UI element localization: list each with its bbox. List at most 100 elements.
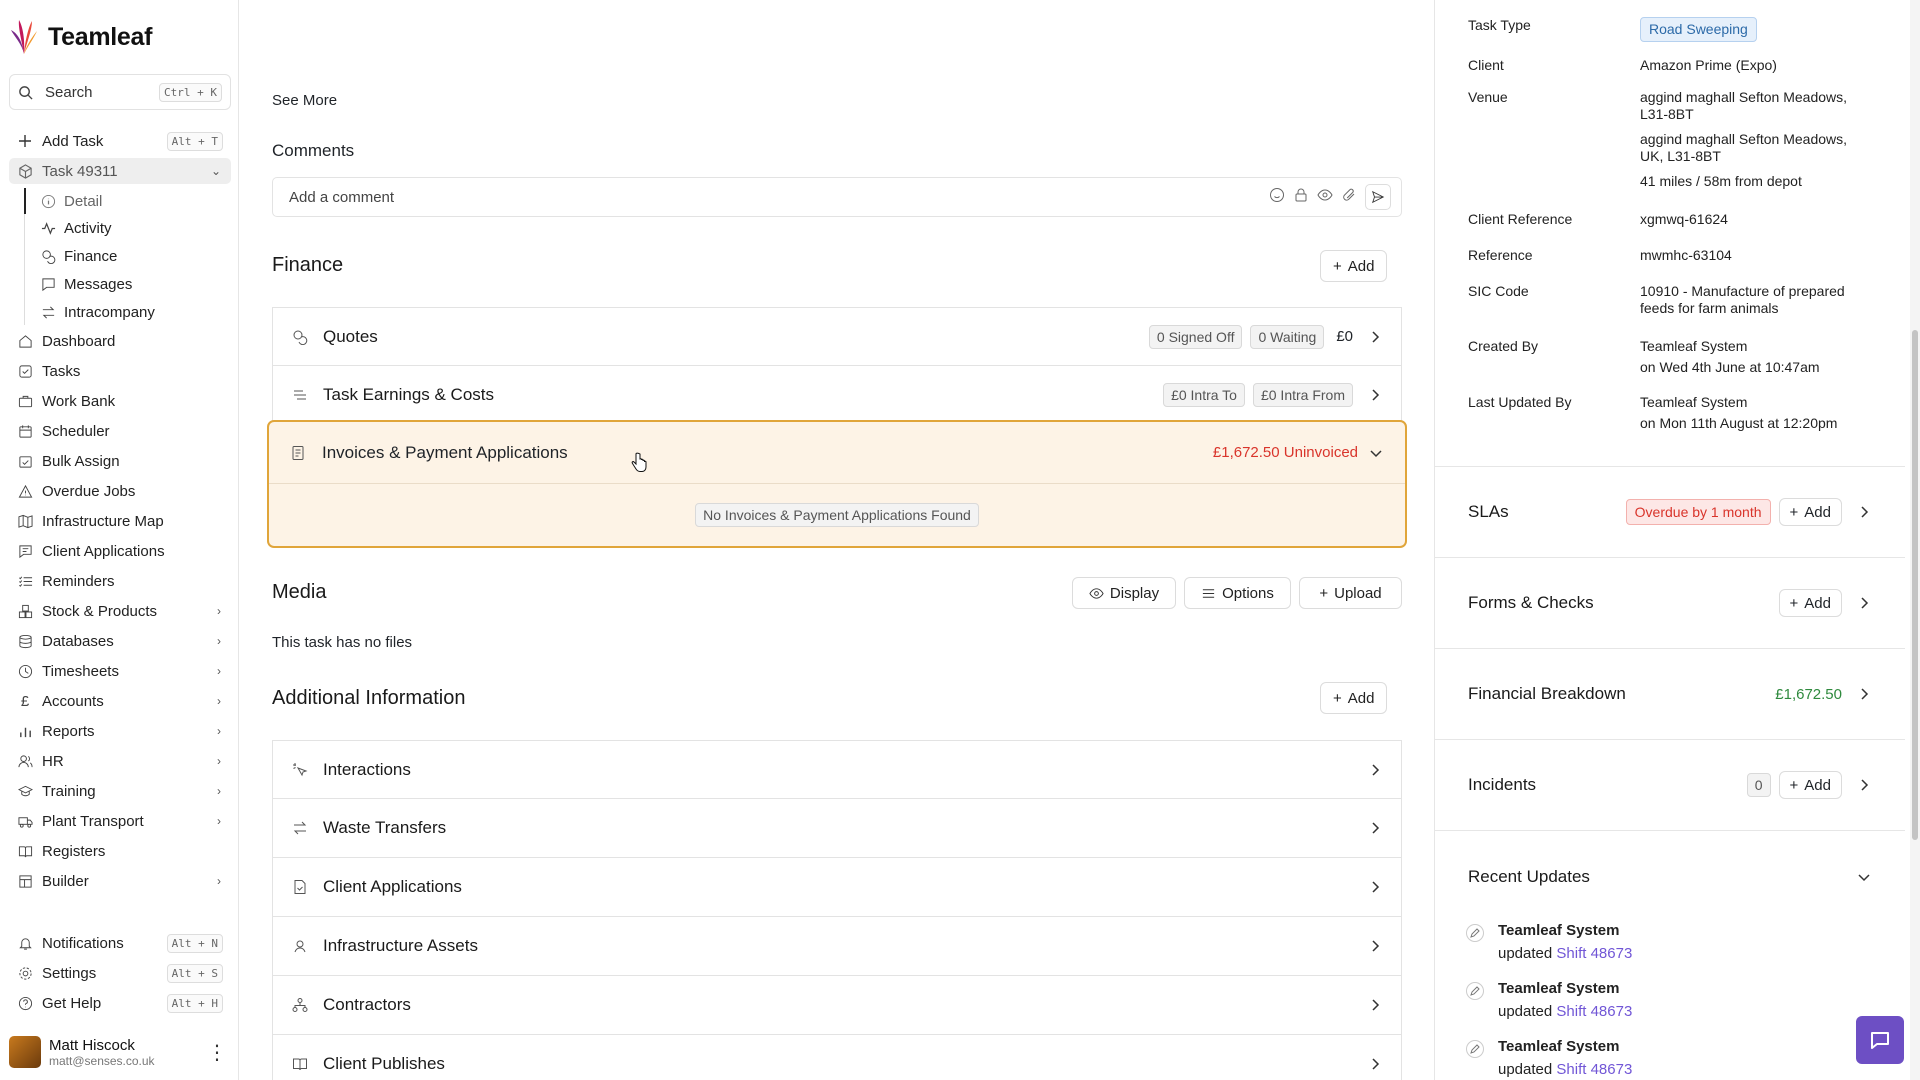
hand-cursor-icon — [631, 452, 647, 472]
sidebar-subitem-finance[interactable]: Finance — [40, 243, 230, 269]
update-action: updated — [1498, 1061, 1553, 1078]
sidebar-item-accounts[interactable]: £ Accounts › — [9, 688, 231, 714]
options-button[interactable]: Options — [1184, 577, 1291, 609]
sidebar-item-tasks[interactable]: Tasks — [9, 358, 231, 384]
list-check-icon — [17, 573, 33, 589]
sidebar-item-task[interactable]: Task 49311 ⌄ — [9, 158, 231, 184]
earnings-row[interactable]: Task Earnings & Costs £0 Intra To £0 Int… — [272, 366, 1402, 425]
sidebar-subitem-activity[interactable]: Activity — [40, 215, 230, 241]
sidebar-item-label: HR — [42, 752, 64, 770]
calendar-check-icon — [17, 453, 33, 469]
comment-input[interactable]: Add a comment — [272, 177, 1402, 217]
sidebar-item-reports[interactable]: Reports › — [9, 718, 231, 744]
sidebar-item-registers[interactable]: Registers — [9, 838, 231, 864]
client-value[interactable]: Amazon Prime (Expo) — [1640, 57, 1898, 74]
help-circle-icon — [17, 995, 33, 1011]
sla-add-button[interactable]: + Add — [1778, 498, 1842, 526]
sidebar-item-reminders[interactable]: Reminders — [9, 568, 231, 594]
sidebar-item-settings[interactable]: Settings Alt + S — [9, 960, 231, 986]
sidebar-item-bulk-assign[interactable]: Bulk Assign — [9, 448, 231, 474]
quotes-row[interactable]: Quotes 0 Signed Off 0 Waiting £0 — [272, 307, 1402, 366]
sidebar-item-dashboard[interactable]: Dashboard — [9, 328, 231, 354]
main-content: See More Comments Add a comment Finance … — [240, 0, 1434, 1080]
sidebar: Teamleaf Search Ctrl + K Add Task Alt + … — [0, 0, 239, 1080]
sidebar-item-client-applications[interactable]: Client Applications — [9, 538, 231, 564]
chevron-right-icon: › — [217, 784, 221, 798]
client-publishes-row[interactable]: Client Publishes — [272, 1035, 1402, 1080]
display-button[interactable]: Display — [1072, 577, 1176, 609]
incidents-section[interactable]: Incidents 0 + Add — [1435, 739, 1905, 830]
client-applications-row[interactable]: Client Applications — [272, 858, 1402, 917]
created-date: on Wed 4th June at 10:47am — [1640, 359, 1820, 375]
interactions-row[interactable]: Interactions — [272, 740, 1402, 799]
sidebar-item-timesheets[interactable]: Timesheets › — [9, 658, 231, 684]
upload-button[interactable]: + Upload — [1299, 577, 1402, 609]
chevron-right-icon[interactable] — [1856, 686, 1872, 702]
add-task-button[interactable]: Add Task Alt + T — [9, 128, 231, 154]
slas-section[interactable]: SLAs Overdue by 1 month + Add — [1435, 466, 1905, 557]
chevron-right-icon[interactable] — [1856, 595, 1872, 611]
recent-updates-section[interactable]: Recent Updates — [1435, 830, 1905, 922]
chevron-right-icon — [1367, 762, 1383, 778]
transfer-icon — [40, 304, 56, 320]
field-label: SIC Code — [1468, 283, 1529, 299]
sidebar-item-stock-products[interactable]: Stock & Products › — [9, 598, 231, 624]
sidebar-subitem-messages[interactable]: Messages — [40, 271, 230, 297]
sidebar-subitem-label: Intracompany — [64, 303, 155, 321]
more-vertical-icon[interactable]: ⋮ — [207, 1040, 227, 1065]
emoji-icon[interactable] — [1269, 187, 1285, 207]
sidebar-subitem-detail[interactable]: Detail — [40, 188, 230, 214]
field-label: Reference — [1468, 247, 1533, 263]
sidebar-subitem-intracompany[interactable]: Intracompany — [40, 299, 230, 325]
paperclip-icon[interactable] — [1341, 187, 1357, 207]
see-more-link[interactable]: See More — [272, 92, 337, 109]
avatar — [9, 1036, 41, 1068]
eye-icon[interactable] — [1317, 187, 1333, 207]
logo[interactable]: Teamleaf — [10, 18, 152, 56]
invoices-row[interactable]: Invoices & Payment Applications £1,672.5… — [269, 422, 1405, 484]
user-name: Matt Hiscock — [49, 1036, 135, 1054]
sidebar-item-infrastructure-map[interactable]: Infrastructure Map — [9, 508, 231, 534]
update-link[interactable]: Shift 48673 — [1556, 1061, 1632, 1078]
additional-add-button[interactable]: + Add — [1320, 682, 1388, 714]
update-link[interactable]: Shift 48673 — [1556, 1003, 1632, 1020]
sidebar-item-work-bank[interactable]: Work Bank — [9, 388, 231, 414]
chevron-right-icon — [1367, 387, 1383, 403]
waste-transfers-row[interactable]: Waste Transfers — [272, 799, 1402, 858]
sidebar-item-get-help[interactable]: Get Help Alt + H — [9, 990, 231, 1016]
sidebar-item-training[interactable]: Training › — [9, 778, 231, 804]
scrollbar-thumb[interactable] — [1912, 330, 1918, 840]
sidebar-item-hr[interactable]: HR › — [9, 748, 231, 774]
update-link[interactable]: Shift 48673 — [1556, 945, 1632, 962]
chevron-right-icon — [1367, 938, 1383, 954]
add-label: Add — [1347, 257, 1375, 275]
plus-icon: + — [1333, 689, 1342, 707]
chevron-right-icon[interactable] — [1856, 504, 1872, 520]
user-profile[interactable]: Matt Hiscock matt@senses.co.uk ⋮ — [9, 1032, 231, 1072]
forms-add-button[interactable]: + Add — [1778, 589, 1842, 617]
forms-checks-section[interactable]: Forms & Checks + Add — [1435, 557, 1905, 648]
chat-button[interactable] — [1856, 1016, 1904, 1064]
checkbox-icon — [17, 363, 33, 379]
sidebar-item-scheduler[interactable]: Scheduler — [9, 418, 231, 444]
financial-breakdown-section[interactable]: Financial Breakdown £1,672.50 — [1435, 648, 1905, 739]
chevron-down-icon[interactable] — [1856, 869, 1872, 885]
sidebar-item-notifications[interactable]: Notifications Alt + N — [9, 930, 231, 956]
sidebar-item-builder[interactable]: Builder › — [9, 868, 231, 894]
pointer-click-icon — [291, 761, 309, 779]
additional-info-title: Additional Information — [272, 687, 466, 709]
contractors-row[interactable]: Contractors — [272, 976, 1402, 1035]
chevron-right-icon[interactable] — [1856, 777, 1872, 793]
lock-icon[interactable] — [1293, 187, 1309, 207]
incidents-add-button[interactable]: + Add — [1778, 771, 1842, 799]
finance-add-button[interactable]: + Add — [1320, 250, 1388, 282]
infrastructure-assets-row[interactable]: Infrastructure Assets — [272, 917, 1402, 976]
sidebar-item-overdue-jobs[interactable]: Overdue Jobs — [9, 478, 231, 504]
venue-line-1: aggind maghall Sefton Meadows, L31-8BT — [1640, 89, 1848, 122]
send-button[interactable] — [1365, 184, 1391, 210]
search-input[interactable]: Search Ctrl + K — [9, 74, 231, 110]
sidebar-item-databases[interactable]: Databases › — [9, 628, 231, 654]
sidebar-item-plant-transport[interactable]: Plant Transport › — [9, 808, 231, 834]
briefcase-icon — [17, 393, 33, 409]
add-task-shortcut: Alt + T — [166, 131, 223, 151]
